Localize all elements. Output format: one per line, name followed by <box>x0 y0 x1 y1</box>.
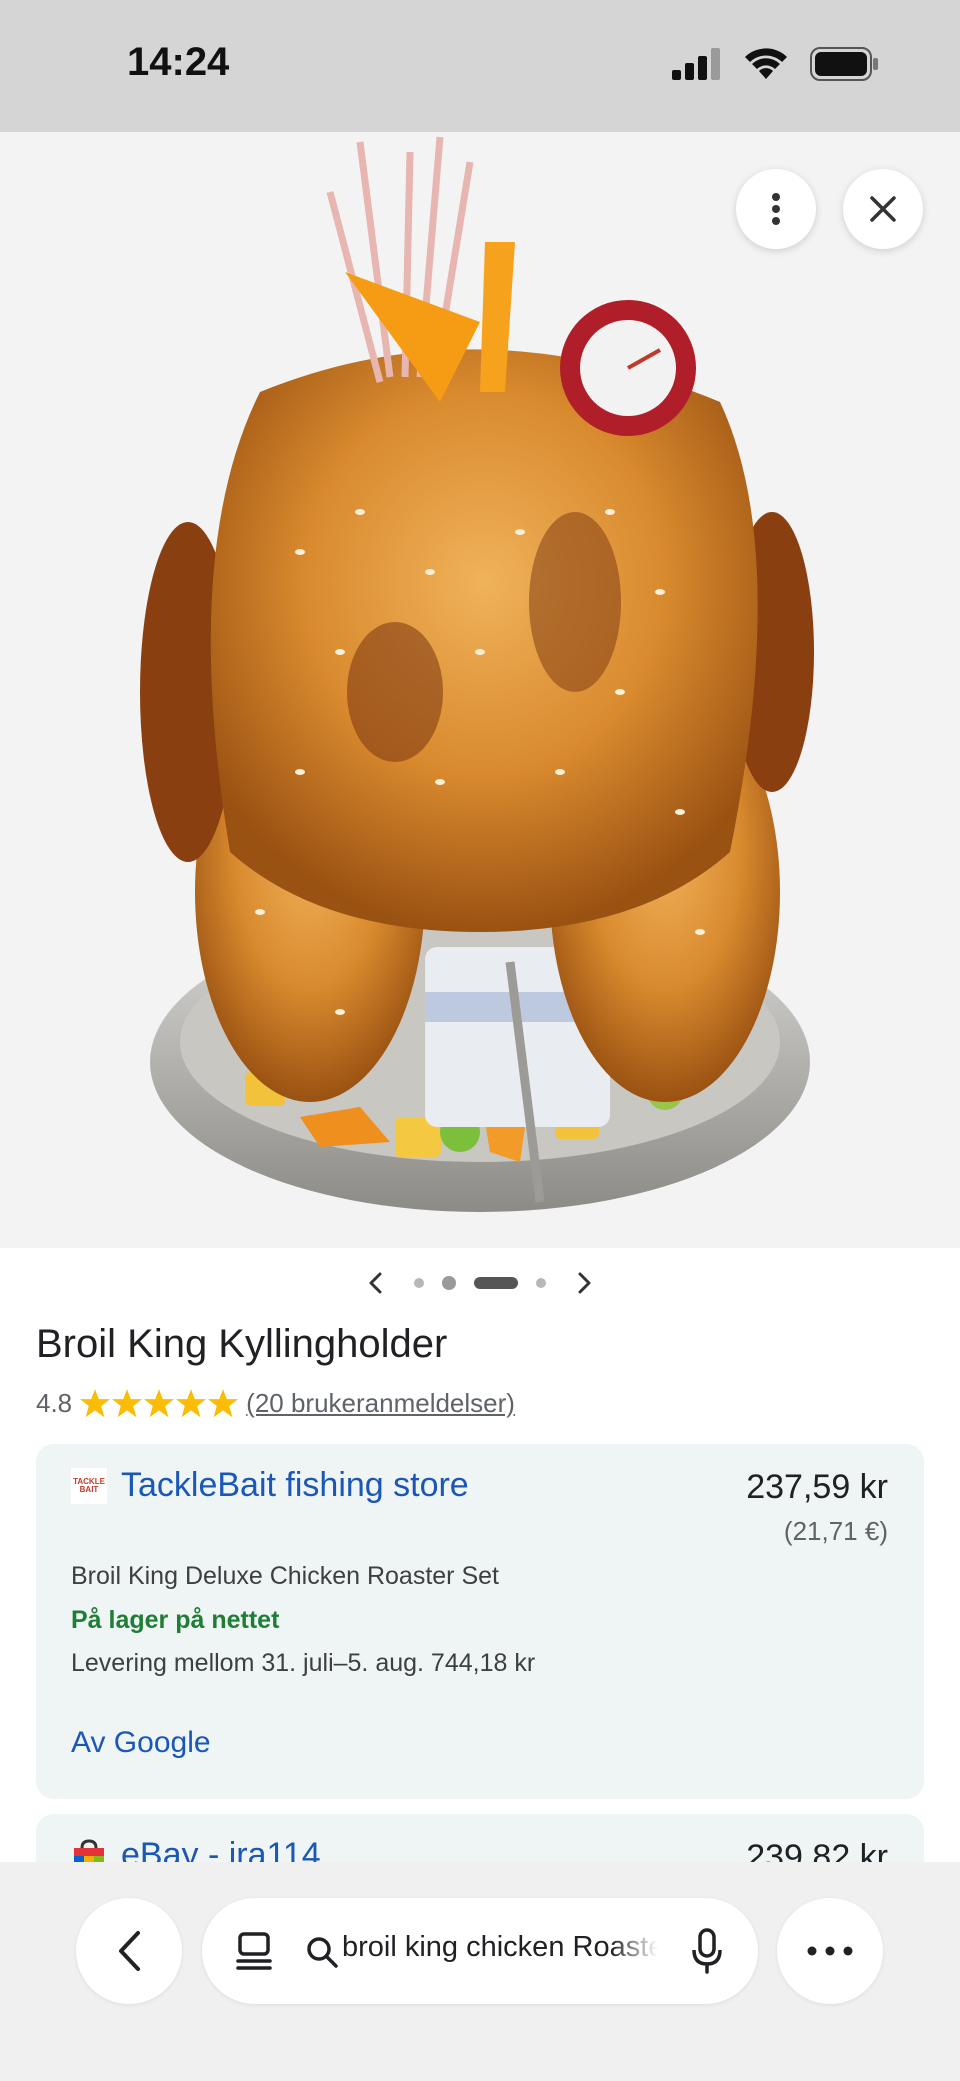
status-icons <box>672 44 880 84</box>
reviews-link[interactable]: (20 brukeranmeldelser) <box>246 1388 515 1419</box>
store-logo: TACKLE BAIT <box>71 1467 107 1504</box>
rating-value: 4.8 <box>36 1388 73 1418</box>
store-logo-text: TACKLE BAIT <box>73 1476 105 1494</box>
more-options-button[interactable] <box>736 169 816 249</box>
chevron-left-icon <box>119 1931 140 1971</box>
star-icon <box>112 1389 143 1418</box>
offer-product-name: Broil King Deluxe Chicken Roaster Set <box>71 1562 499 1590</box>
signal-icon <box>672 48 720 80</box>
rating-stars <box>80 1389 239 1418</box>
carousel-dot[interactable] <box>536 1278 546 1288</box>
carousel-dot[interactable] <box>442 1276 456 1290</box>
product-title: Broil King Kyllingholder <box>36 1322 448 1366</box>
offer-card[interactable]: TACKLE BAIT TackleBait fishing store 237… <box>36 1444 924 1799</box>
close-button[interactable] <box>843 169 923 249</box>
status-time: 14:24 <box>127 40 230 84</box>
chicken-roaster-illustration <box>0 132 960 1248</box>
store-name[interactable]: TackleBait fishing store <box>121 1466 469 1505</box>
image-carousel-controls <box>0 1248 960 1318</box>
vertical-dots-icon <box>772 193 780 225</box>
star-icon <box>176 1389 207 1418</box>
offer-price: 237,59 kr <box>746 1468 888 1506</box>
next-image-button[interactable] <box>564 1263 604 1303</box>
horizontal-dots-icon <box>807 1946 853 1956</box>
by-google-link[interactable]: Av Google <box>71 1726 211 1760</box>
rating-row: 4.8 (20 brukeranmeldelser) <box>36 1388 515 1419</box>
carousel-dot[interactable] <box>414 1278 424 1288</box>
tabs-icon <box>236 1932 272 1970</box>
search-icon <box>307 1937 338 1968</box>
star-icon <box>208 1389 239 1418</box>
chevron-right-icon <box>578 1272 591 1294</box>
star-icon <box>144 1389 175 1418</box>
battery-icon <box>810 47 878 81</box>
stock-status: På lager på nettet <box>71 1606 280 1634</box>
store-row[interactable]: TACKLE BAIT TackleBait fishing store <box>71 1466 469 1505</box>
star-icon <box>80 1389 111 1418</box>
back-button[interactable] <box>76 1898 182 2004</box>
chevron-left-icon <box>369 1272 382 1294</box>
search-query[interactable]: broil king chicken Roaster <box>342 1931 658 1964</box>
microphone-icon[interactable] <box>692 1928 722 1974</box>
search-bar[interactable]: broil king chicken Roaster <box>202 1898 758 2004</box>
close-icon <box>870 196 896 222</box>
carousel-dot-active[interactable] <box>474 1277 518 1289</box>
offer-price-eur: (21,71 €) <box>783 1516 888 1546</box>
previous-image-button[interactable] <box>356 1263 396 1303</box>
product-image[interactable] <box>0 132 960 1248</box>
more-menu-button[interactable] <box>777 1898 883 2004</box>
wifi-icon <box>745 48 787 79</box>
status-bar: 14:24 <box>0 0 960 132</box>
delivery-info: Levering mellom 31. juli–5. aug. 744,18 … <box>71 1649 536 1677</box>
